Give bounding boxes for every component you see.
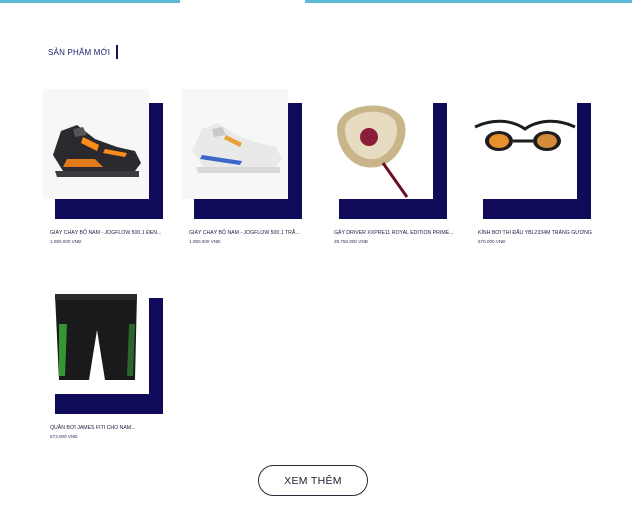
product-card[interactable]: GẬY DRIVER XXPRE11 ROYAL EDITION PRIME..…: [327, 89, 453, 244]
top-accent-bar: [0, 0, 632, 4]
top-accent-left: [0, 0, 180, 3]
swim-goggles-icon[interactable]: [471, 89, 577, 199]
product-price: 29.750.000 VNĐ: [334, 239, 368, 244]
product-image-frame[interactable]: [327, 89, 447, 219]
product-card[interactable]: KÍNH BƠI THI ĐẤU YBL2334M TRÁNG GƯƠNG 67…: [471, 89, 592, 244]
product-image-frame[interactable]: [43, 284, 163, 414]
section-header: SẢN PHẨM MỚI: [48, 44, 119, 60]
product-card[interactable]: GIÀY CHẠY BỘ NAM - JOGFLOW 500.1 ĐEN... …: [43, 89, 163, 244]
golf-driver-icon[interactable]: [327, 89, 433, 199]
product-image-frame[interactable]: [43, 89, 163, 219]
product-name[interactable]: GẬY DRIVER XXPRE11 ROYAL EDITION PRIME..…: [334, 230, 474, 236]
product-card[interactable]: QUẦN BƠI JAMES FITI CHO NAM... 573.000 V…: [43, 284, 163, 439]
view-more-button[interactable]: XEM THÊM: [258, 465, 368, 496]
product-price: 670.000 VNĐ: [478, 239, 506, 244]
product-image-frame[interactable]: [182, 89, 302, 219]
section-title-bar: [116, 45, 119, 59]
product-name[interactable]: QUẦN BƠI JAMES FITI CHO NAM...: [50, 425, 190, 431]
product-name[interactable]: KÍNH BƠI THI ĐẤU YBL2334M TRÁNG GƯƠNG: [478, 230, 618, 236]
product-name[interactable]: GIÀY CHẠY BỘ NAM - JOGFLOW 500.1 ĐEN...: [50, 230, 190, 236]
product-price: 1.090.000 VNĐ: [50, 239, 82, 244]
running-shoe-white-icon[interactable]: [182, 89, 288, 199]
section-title: SẢN PHẨM MỚI: [48, 47, 111, 57]
top-accent-right: [305, 0, 632, 3]
product-price: 1.090.000 VNĐ: [189, 239, 221, 244]
product-card[interactable]: GIÀY CHẠY BỘ NAM - JOGFLOW 500.1 TRẮ... …: [182, 89, 302, 244]
product-image-frame[interactable]: [471, 89, 591, 219]
product-name[interactable]: GIÀY CHẠY BỘ NAM - JOGFLOW 500.1 TRẮ...: [189, 230, 329, 236]
product-price: 573.000 VNĐ: [50, 434, 78, 439]
swim-shorts-icon[interactable]: [43, 284, 149, 394]
running-shoe-black-icon[interactable]: [43, 89, 149, 199]
